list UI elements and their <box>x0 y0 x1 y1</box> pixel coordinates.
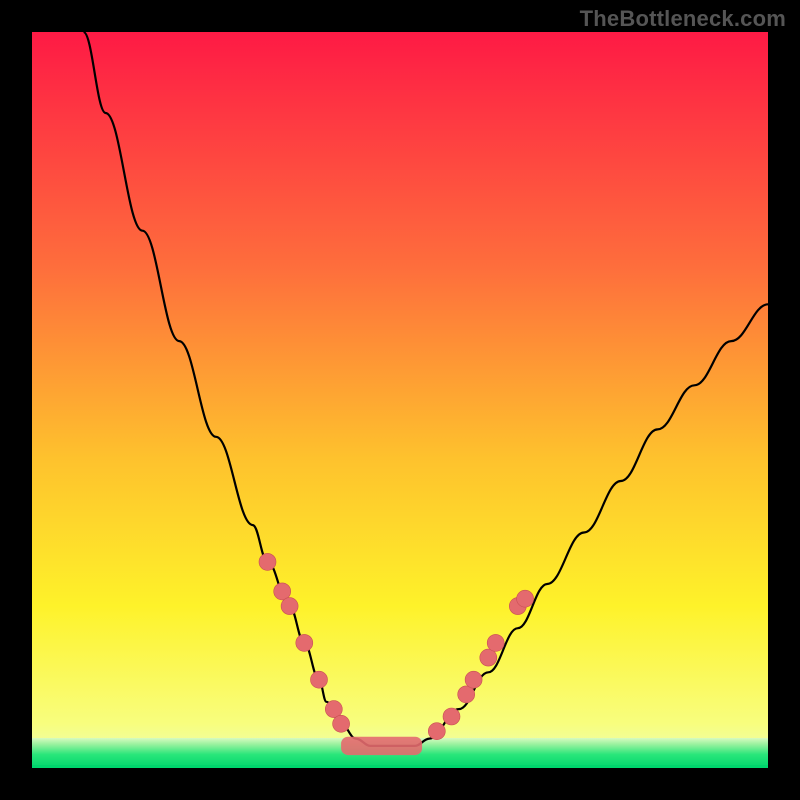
curve-marker <box>274 583 291 600</box>
plot-area <box>32 32 768 768</box>
curve-marker <box>311 671 328 688</box>
curve-marker <box>428 723 445 740</box>
curve-marker <box>458 686 475 703</box>
chart-stage: TheBottleneck.com <box>0 0 800 800</box>
curve-marker <box>465 671 482 688</box>
curve-marker <box>443 708 460 725</box>
curve-marker <box>487 634 504 651</box>
bottleneck-curve <box>84 32 769 746</box>
curve-marker <box>259 553 276 570</box>
curve-marker <box>480 649 497 666</box>
flat-minimum-band <box>341 737 422 755</box>
marker-group <box>259 553 534 739</box>
curve-layer <box>32 32 768 768</box>
curve-marker <box>517 590 534 607</box>
attribution-text: TheBottleneck.com <box>580 6 786 32</box>
curve-marker <box>325 701 342 718</box>
curve-marker <box>281 598 298 615</box>
curve-marker <box>296 634 313 651</box>
curve-marker <box>333 715 350 732</box>
